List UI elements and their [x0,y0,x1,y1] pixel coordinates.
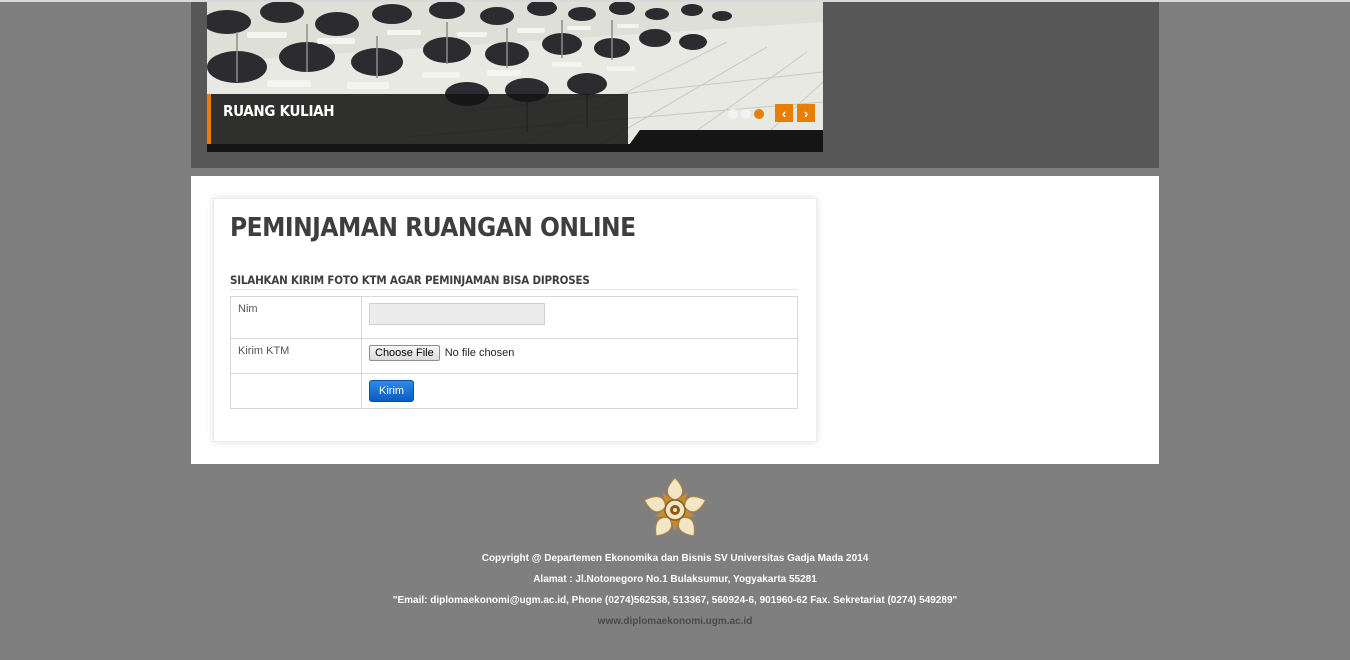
choose-file-button[interactable]: Choose File [369,345,440,361]
nim-row: Nim [230,296,798,339]
footer-address: Alamat : Jl.Notonegoro No.1 Bulaksumur, … [533,574,817,585]
empty-label-cell [230,373,362,409]
footer-website-link[interactable]: www.diplomaekonomi.ugm.ac.id [0,611,1350,632]
image-slider: RUANG KULIAH ‹ › [207,2,823,152]
nim-input[interactable] [369,303,545,325]
slider-section: RUANG KULIAH ‹ › [191,2,1159,168]
slide-dot-3[interactable] [754,109,764,119]
form-subtitle: SILAHKAN KIRIM FOTO KTM AGAR PEMINJAMAN … [230,273,798,290]
slide-caption: RUANG KULIAH [207,94,628,144]
booking-form-table: Nim Kirim KTM Choose File No file chosen… [230,296,798,409]
chevron-right-icon: › [803,105,809,121]
slide-indicators [728,109,764,119]
nim-cell [361,296,798,339]
footer-contact: "Email: diplomaekonomi@ugm.ac.id, Phone … [392,595,958,606]
file-picker: Choose File No file chosen [369,345,790,361]
next-slide-button[interactable]: › [797,104,815,122]
form-panel: PEMINJAMAN RUANGAN ONLINE SILAHKAN KIRIM… [213,198,817,442]
prev-slide-button[interactable]: ‹ [775,104,793,122]
page-title: PEMINJAMAN RUANGAN ONLINE [230,213,636,243]
ktm-label: Kirim KTM [230,338,362,374]
slider-control-bg [624,130,823,152]
footer-copyright: Copyright @ Departemen Ekonomika dan Bis… [481,553,869,564]
main-content: PEMINJAMAN RUANGAN ONLINE SILAHKAN KIRIM… [191,176,1159,464]
nim-label: Nim [230,296,362,339]
kirim-button[interactable]: Kirim [369,380,415,402]
submit-cell: Kirim [361,373,798,409]
submit-row: Kirim [230,373,798,409]
university-emblem-icon [643,477,707,537]
ktm-cell: Choose File No file chosen [361,338,798,374]
no-file-text: No file chosen [444,347,515,359]
ktm-row: Kirim KTM Choose File No file chosen [230,338,798,374]
slider-arrows: ‹ › [775,104,815,122]
chevron-left-icon: ‹ [781,105,787,121]
slide-dot-1[interactable] [728,109,738,119]
slide-dot-2[interactable] [741,109,751,119]
slide-caption-text: RUANG KULIAH [223,102,335,120]
footer: Copyright @ Departemen Ekonomika dan Bis… [0,476,1350,632]
